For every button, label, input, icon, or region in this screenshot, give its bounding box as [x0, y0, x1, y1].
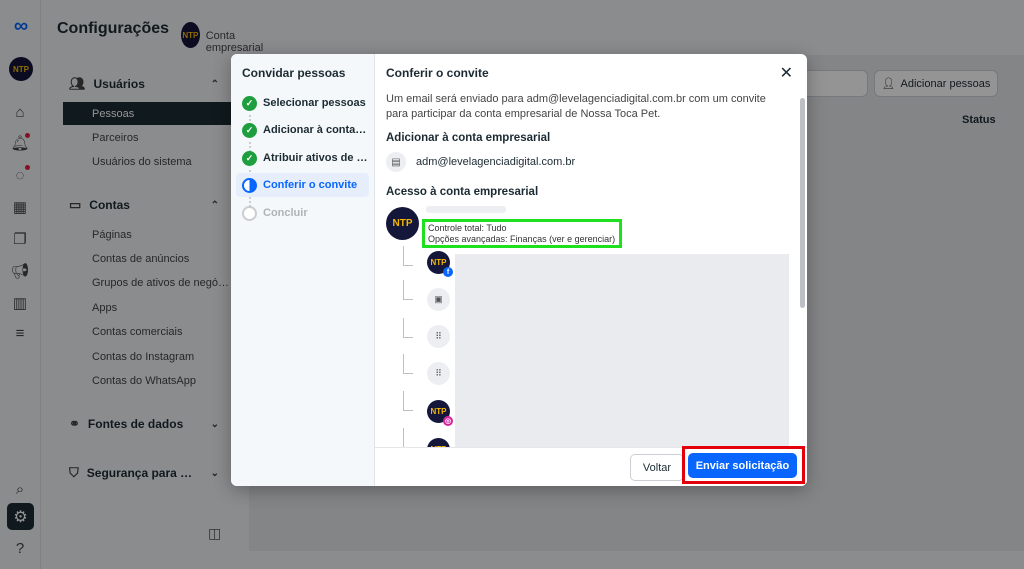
- step-label: Conferir o convite: [263, 179, 358, 191]
- empty-circle-icon: [242, 205, 257, 221]
- email-row: ▤ adm@levelagenciadigital.com.br: [386, 152, 575, 172]
- step-review-invite[interactable]: Conferir o convite: [236, 173, 369, 197]
- redacted-name: [426, 206, 506, 213]
- tree-connector: [403, 391, 413, 411]
- step-label: Adicionar à conta empresarial: [263, 124, 369, 136]
- redacted-assets-panel: [455, 254, 789, 447]
- tree-connector: [403, 246, 413, 266]
- step-label: Concluir: [263, 207, 308, 219]
- step-select-people[interactable]: ✓ Selecionar pessoas: [236, 91, 369, 115]
- steps-title: Convidar pessoas: [242, 66, 346, 80]
- tree-connector: [403, 318, 413, 338]
- instagram-account-asset: NTP ◎: [427, 400, 453, 426]
- send-request-button[interactable]: Enviar solicitação: [688, 453, 797, 478]
- permission-line: Opções avançadas: Finanças (ver e gerenc…: [428, 234, 616, 244]
- step-label: Atribuir ativos de negócios: [263, 152, 369, 164]
- permission-line: Controle total: Tudo: [428, 223, 507, 233]
- step-assign-assets[interactable]: ✓ Atribuir ativos de negócios: [236, 146, 369, 170]
- invite-description: Um email será enviado para adm@levelagen…: [386, 93, 766, 120]
- asset-label: NTP: [430, 407, 447, 416]
- invite-email: adm@levelagenciadigital.com.br: [416, 156, 576, 168]
- instagram-icon: ◎: [443, 416, 453, 426]
- check-icon: ✓: [242, 150, 257, 166]
- check-icon: ✓: [242, 122, 257, 138]
- asset-label: NTP: [430, 258, 447, 267]
- tree-connector: [403, 428, 413, 448]
- permissions-highlight: Controle total: Tudo Opções avançadas: F…: [422, 219, 622, 248]
- apps-grid-icon: ⠿: [427, 362, 450, 385]
- back-button[interactable]: Voltar: [630, 454, 684, 481]
- modal-title: Conferir o convite: [386, 66, 489, 80]
- apps-grid-icon: ⠿: [427, 325, 450, 348]
- steps-panel: Convidar pessoas ✓ Selecionar pessoas ✓ …: [231, 54, 375, 486]
- business-avatar: NTP: [386, 207, 419, 240]
- send-button-highlight: Enviar solicitação: [682, 446, 805, 484]
- step-finish: Concluir: [236, 201, 369, 225]
- invite-modal: Convidar pessoas ✓ Selecionar pessoas ✓ …: [231, 54, 807, 486]
- close-icon[interactable]: ✕: [780, 63, 793, 83]
- step-add-to-account[interactable]: ✓ Adicionar à conta empresarial: [236, 118, 369, 142]
- section-access-heading: Acesso à conta empresarial: [386, 186, 539, 198]
- section-add-heading: Adicionar à conta empresarial: [386, 132, 551, 144]
- check-icon: ✓: [242, 95, 257, 111]
- scrollbar[interactable]: [800, 98, 805, 308]
- ad-account-asset-icon: ▣: [427, 288, 450, 311]
- half-circle-icon: [242, 177, 257, 193]
- step-label: Selecionar pessoas: [263, 97, 366, 109]
- modal-footer: Voltar Enviar solicitação: [375, 446, 807, 486]
- tree-connector: [403, 280, 413, 300]
- facebook-icon: f: [443, 267, 453, 277]
- contact-card-icon: ▤: [386, 152, 406, 172]
- facebook-page-asset: NTP f: [427, 251, 453, 277]
- tree-connector: [403, 354, 413, 374]
- review-panel: Conferir o convite ✕ Um email será envia…: [375, 54, 807, 486]
